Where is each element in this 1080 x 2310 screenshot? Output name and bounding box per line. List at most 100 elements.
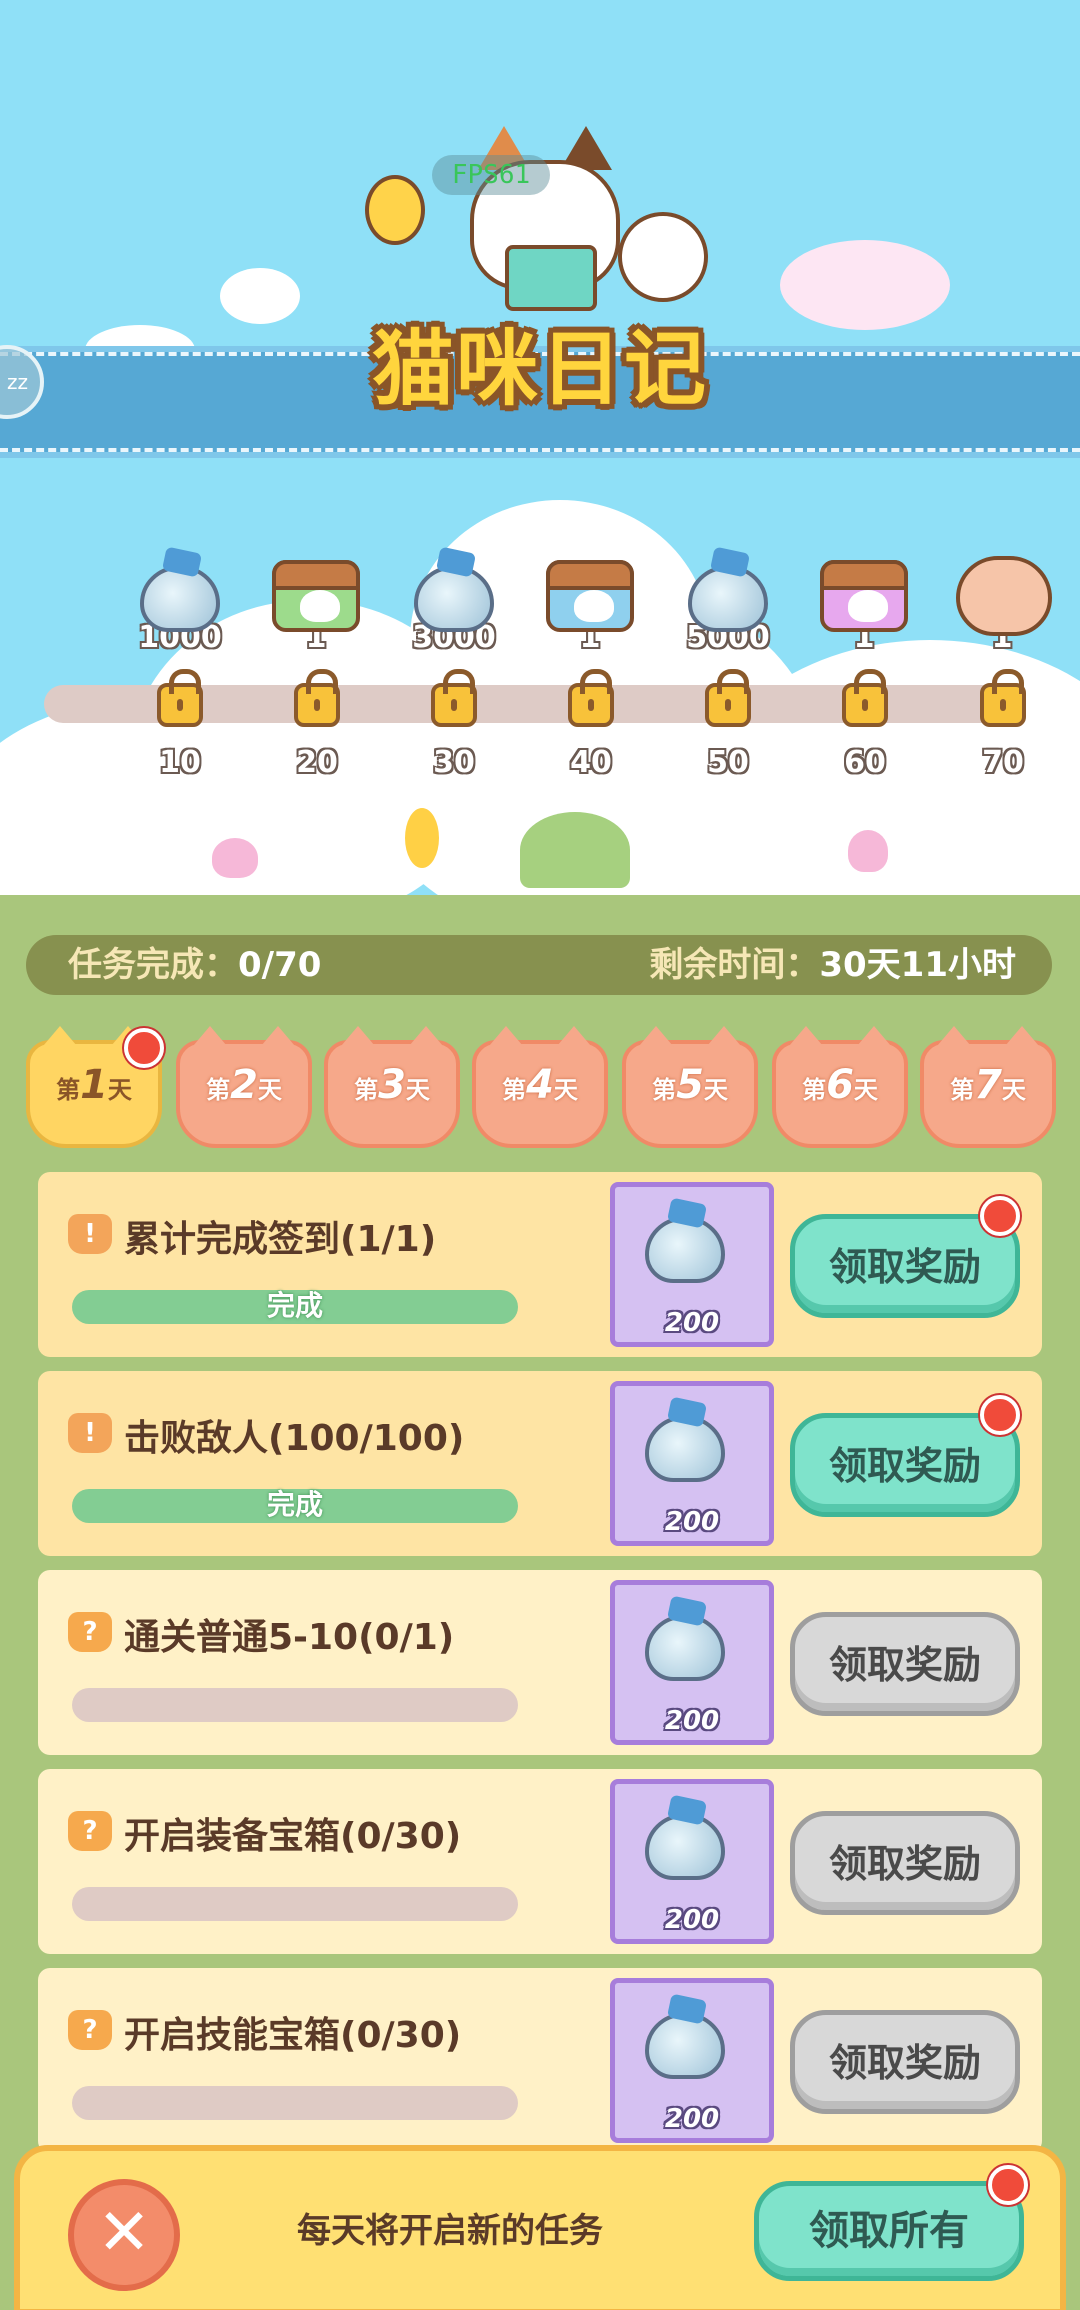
alert-badge-icon: ! [68,1214,112,1254]
flower-decoration [405,808,439,868]
close-button[interactable]: ✕ [68,2179,180,2291]
lock-icon [980,669,1026,727]
book-icon [505,245,597,311]
remaining-time: 剩余时间：30天11小时 [649,935,1016,995]
milestone-label: 20 [296,745,338,780]
plant-decoration [520,812,630,888]
task-reward: 200 [610,1182,774,1347]
milestone-reward-1[interactable]: 1000 [120,548,240,655]
day-number: 6 [826,1062,854,1108]
task-reward-amount: 200 [664,1507,720,1537]
tab-day-5[interactable]: 第5天 [622,1026,758,1148]
diamond-bag-icon [140,566,220,632]
notification-dot [980,1395,1020,1435]
milestone-reward-2[interactable]: 1 [256,548,376,655]
task-reward: 200 [610,1978,774,2143]
claim-all-button[interactable]: 领取所有 [754,2181,1024,2281]
notification-dot [988,2165,1028,2205]
milestone-label: 10 [159,745,201,780]
purple-chest-icon [820,560,908,632]
lock-icon [294,669,340,727]
task-progress-bar [72,1887,518,1921]
task-progress-value: 0/70 [238,945,322,985]
blue-chest-icon [546,560,634,632]
milestone-label: 30 [433,745,475,780]
milestone-label: 50 [707,745,749,780]
task-reward-amount: 200 [664,2104,720,2134]
bee-mascot [365,175,425,245]
lock-icon [568,669,614,727]
day-suffix: 天 [405,1076,430,1104]
milestone-label: 40 [570,745,612,780]
day-prefix: 第 [802,1076,827,1104]
milestone-reward-7[interactable]: 1 [942,548,1062,655]
diamond-bag-icon [645,1615,725,1681]
claim-reward-button[interactable]: 领取奖励 [790,1612,1020,1716]
lock-icon [842,669,888,727]
task-progress-text: 完成 [266,1488,323,1521]
diamond-bag-icon [645,1814,725,1880]
cat-reward-icon [956,556,1052,636]
claim-reward-button[interactable]: 领取奖励 [790,2010,1020,2114]
day-number: 5 [676,1062,704,1108]
task-progress-bar: 完成 [72,1289,518,1324]
notification-dot [980,1196,1020,1236]
task-progress-text: 完成 [266,1289,323,1322]
cloud-decoration [220,268,300,324]
task-row: ? 通关普通5-10(0/1) 200 领取奖励 [38,1570,1042,1755]
milestone-reward-3[interactable]: 3000 [394,548,514,655]
tab-day-7[interactable]: 第7天 [920,1026,1056,1148]
green-chest-icon [272,560,360,632]
milestone-reward-4[interactable]: 1 [530,548,650,655]
remaining-time-label: 剩余时间： [649,945,820,985]
tab-day-4[interactable]: 第4天 [472,1026,608,1148]
milestone-label: 70 [982,745,1024,780]
diamond-bag-icon [645,1217,725,1283]
footer-panel: ✕ 每天将开启新的任务 领取所有 [14,2145,1066,2310]
tab-day-3[interactable]: 第3天 [324,1026,460,1148]
task-reward-amount: 200 [664,1905,720,1935]
task-reward: 200 [610,1580,774,1745]
task-title: 通关普通5-10(0/1) [124,1617,455,1658]
milestone-reward-5[interactable]: 5000 [668,548,788,655]
new-task-hint: 每天将开启新的任务 [297,2211,603,2251]
day-number: 2 [230,1062,258,1108]
day-number: 1 [80,1062,108,1108]
milestone-reward-6[interactable]: 1 [804,548,924,655]
task-progress: 任务完成：0/70 [68,935,321,995]
lock-icon [705,669,751,727]
question-badge-icon: ? [68,1612,112,1652]
task-reward: 200 [610,1381,774,1546]
flower-decoration [848,830,888,872]
day-number: 4 [526,1062,554,1108]
task-progress-bar [72,1688,518,1722]
task-row: ? 开启装备宝箱(0/30) 200 领取奖励 [38,1769,1042,1954]
day-suffix: 天 [107,1076,132,1104]
bird-mascot [618,212,708,302]
notification-dot [124,1028,164,1068]
flower-decoration [212,838,258,878]
fps-counter: FPS61 [432,155,550,195]
task-row: ! 击败敌人(100/100) 完成 200 领取奖励 [38,1371,1042,1556]
task-progress-label: 任务完成： [68,945,238,985]
question-badge-icon: ? [68,1811,112,1851]
day-number: 7 [974,1062,1002,1108]
day-suffix: 天 [553,1076,578,1104]
task-reward-amount: 200 [664,1308,720,1338]
tab-day-6[interactable]: 第6天 [772,1026,908,1148]
status-bar: 任务完成：0/70 剩余时间：30天11小时 [26,935,1052,995]
claim-reward-button[interactable]: 领取奖励 [790,1811,1020,1915]
tab-day-2[interactable]: 第2天 [176,1026,312,1148]
task-title: 开启技能宝箱(0/30) [124,2015,462,2056]
header-banner: 猫咪日记 FPS61 zz 1000 1 3000 1 5000 1 1 10 … [0,0,1080,900]
day-suffix: 天 [257,1076,282,1104]
cloud-smiley-decoration [780,240,950,330]
day-suffix: 天 [703,1076,728,1104]
task-reward: 200 [610,1779,774,1944]
milestone-label: 60 [844,745,886,780]
task-reward-amount: 200 [664,1706,720,1736]
day-suffix: 天 [1001,1076,1026,1104]
day-prefix: 第 [950,1076,975,1104]
day-prefix: 第 [354,1076,379,1104]
day-prefix: 第 [206,1076,231,1104]
